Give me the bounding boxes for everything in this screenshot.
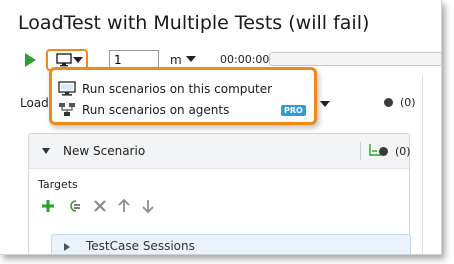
scenario-count: (0) — [395, 145, 411, 158]
monitor-icon — [56, 53, 72, 67]
add-sub-icon[interactable] — [66, 198, 82, 214]
scenario-panel: New Scenario (0) Targets TestCase Sessio… — [28, 133, 411, 254]
divider — [422, 76, 423, 254]
menu-item-label: Run scenarios on this computer — [82, 82, 273, 96]
page-title: LoadTest with Multiple Tests (will fail) — [18, 12, 370, 34]
delete-icon[interactable] — [92, 198, 108, 214]
chevron-down-icon[interactable] — [320, 101, 330, 107]
status-dot-icon — [379, 147, 388, 156]
expand-caret-icon[interactable] — [64, 243, 70, 251]
move-down-icon[interactable] — [140, 198, 156, 214]
network-agents-icon — [59, 103, 75, 116]
monitor-icon — [58, 81, 76, 96]
pro-badge: PRO — [281, 105, 306, 116]
scenario-name[interactable]: New Scenario — [63, 144, 145, 158]
collapse-caret-icon[interactable] — [42, 148, 50, 154]
play-icon[interactable] — [25, 53, 36, 67]
chevron-down-icon — [73, 57, 83, 63]
menu-item-run-local[interactable]: Run scenarios on this computer — [56, 79, 306, 99]
elapsed-time: 00:00:00 — [220, 53, 270, 66]
status-dot-icon — [384, 98, 393, 107]
menu-item-run-agents[interactable]: Run scenarios on agents PRO — [56, 100, 306, 120]
loadtest-window: LoadTest with Multiple Tests (will fail)… — [0, 0, 442, 255]
status-count: (0) — [400, 96, 416, 109]
menu-item-label: Run scenarios on agents — [82, 103, 230, 117]
run-location-menu: Run scenarios on this computer Run scena… — [49, 67, 317, 125]
add-icon[interactable] — [40, 198, 56, 214]
duration-unit-label[interactable]: m — [170, 53, 182, 67]
move-up-icon[interactable] — [116, 198, 132, 214]
divider — [360, 142, 361, 160]
targets-label: Targets — [38, 178, 78, 191]
chevron-down-icon[interactable] — [186, 56, 196, 62]
scenario-header[interactable]: New Scenario (0) — [29, 134, 411, 169]
testcase-label: TestCase Sessions — [86, 239, 195, 253]
testcase-row[interactable]: TestCase Sessions — [51, 234, 411, 254]
status-label: Load — [20, 96, 49, 110]
progress-bar — [269, 52, 441, 66]
